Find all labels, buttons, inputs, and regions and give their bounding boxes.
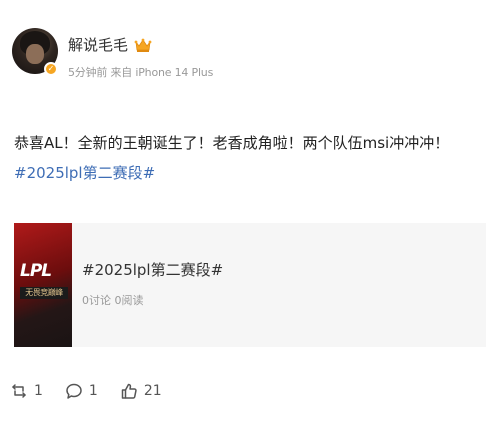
hashtag-link[interactable]: #2025lpl第二赛段# <box>14 164 155 182</box>
topic-title[interactable]: #2025lpl第二赛段# <box>82 259 223 280</box>
post-body-text: 恭喜AL！全新的王朝诞生了！老香成角啦！两个队伍msi冲冲冲！ <box>14 134 450 152</box>
avatar-face <box>26 44 44 64</box>
like-count: 21 <box>143 383 162 399</box>
like-button[interactable]: 21 <box>120 382 162 400</box>
repost-icon <box>10 382 28 400</box>
topic-stats: 0讨论 0阅读 <box>82 294 144 307</box>
comment-count: 1 <box>88 383 98 399</box>
topic-info: #2025lpl第二赛段# 0讨论 0阅读 <box>72 223 223 347</box>
repost-count: 1 <box>34 383 43 399</box>
lpl-logo: LPL <box>20 261 52 281</box>
action-bar: 1 1 21 <box>10 382 184 400</box>
verified-badge-icon: ✓ <box>44 62 58 76</box>
crown-icon[interactable] <box>134 37 152 53</box>
comment-button[interactable]: 1 <box>65 382 98 400</box>
comment-icon <box>65 382 83 400</box>
thumbs-up-icon <box>120 382 138 400</box>
username-row: 解说毛毛 <box>68 34 152 55</box>
repost-button[interactable]: 1 <box>10 382 43 400</box>
post-text: 恭喜AL！全新的王朝诞生了！老香成角啦！两个队伍msi冲冲冲！ #2025lpl第… <box>14 128 486 188</box>
topic-thumbnail: LPL 无畏竞巅峰 <box>14 223 72 347</box>
username[interactable]: 解说毛毛 <box>68 34 128 55</box>
topic-card[interactable]: LPL 无畏竞巅峰 #2025lpl第二赛段# 0讨论 0阅读 <box>14 223 486 347</box>
post-meta: 5分钟前 来自 iPhone 14 Plus <box>68 66 214 79</box>
thumb-tagline: 无畏竞巅峰 <box>20 287 68 299</box>
post-header: ✓ 解说毛毛 5分钟前 来自 iPhone 14 Plus <box>12 24 488 88</box>
